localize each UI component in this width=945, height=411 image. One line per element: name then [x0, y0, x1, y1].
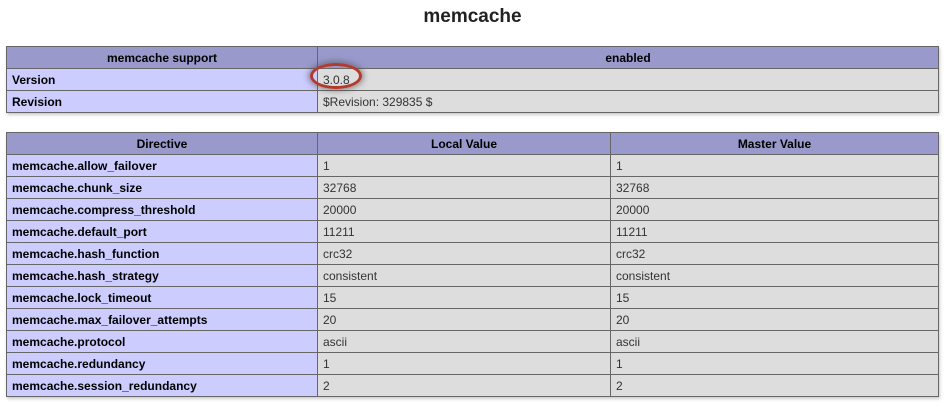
master-value: 32768: [610, 176, 939, 199]
local-value: 11211: [317, 220, 611, 243]
directive-name: memcache.protocol: [6, 330, 318, 353]
directive-name: memcache.default_port: [6, 220, 318, 243]
directive-name: memcache.redundancy: [6, 352, 318, 375]
master-value: consistent: [610, 264, 939, 287]
table-row: memcache.compress_threshold 20000 20000: [6, 198, 939, 221]
local-value: 20000: [317, 198, 611, 221]
directive-name: memcache.hash_strategy: [6, 264, 318, 287]
local-value: crc32: [317, 242, 611, 265]
memcache-support-table: memcache support enabled Version 3.0.8 R…: [6, 46, 939, 113]
directive-name: memcache.allow_failover: [6, 154, 318, 177]
revision-label: Revision: [6, 90, 318, 113]
local-value: consistent: [317, 264, 611, 287]
master-value: 20: [610, 308, 939, 331]
master-value: 11211: [610, 220, 939, 243]
table-row: memcache.protocol ascii ascii: [6, 330, 939, 353]
table-row: memcache.allow_failover 1 1: [6, 154, 939, 177]
directive-column-header: Directive: [6, 132, 318, 155]
support-header-value: enabled: [317, 46, 939, 69]
directive-table-body: memcache.allow_failover 1 1 memcache.chunk_…: [6, 154, 939, 397]
local-value: 32768: [317, 176, 611, 199]
table-row: memcache.lock_timeout 15 15: [6, 286, 939, 309]
table-row: memcache.max_failover_attempts 20 20: [6, 308, 939, 331]
revision-row: Revision $Revision: 329835 $: [6, 90, 939, 113]
table-row: memcache.hash_strategy consistent consiste…: [6, 264, 939, 287]
master-value-column-header: Master Value: [610, 132, 939, 155]
local-value-column-header: Local Value: [317, 132, 611, 155]
support-header-label: memcache support: [6, 46, 318, 69]
support-header-row: memcache support enabled: [6, 46, 939, 69]
local-value: 2: [317, 374, 611, 397]
master-value: 15: [610, 286, 939, 309]
directive-name: memcache.max_failover_attempts: [6, 308, 318, 331]
master-value: 2: [610, 374, 939, 397]
version-annotation: 3.0.8: [310, 62, 362, 89]
directive-table: Directive Local Value Master Value memca…: [6, 132, 939, 397]
master-value: ascii: [610, 330, 939, 353]
directive-name: memcache.hash_function: [6, 242, 318, 265]
version-row: Version 3.0.8: [6, 62, 939, 91]
directive-name: memcache.session_redundancy: [6, 374, 318, 397]
directive-name: memcache.chunk_size: [6, 176, 318, 199]
directive-header-row: Directive Local Value Master Value: [6, 132, 939, 155]
directive-name: memcache.compress_threshold: [6, 198, 318, 221]
local-value: 20: [317, 308, 611, 331]
table-row: memcache.redundancy 1 1: [6, 352, 939, 375]
master-value: 1: [610, 352, 939, 375]
table-row: memcache.default_port 11211 11211: [6, 220, 939, 243]
master-value: 20000: [610, 198, 939, 221]
directive-name: memcache.lock_timeout: [6, 286, 318, 309]
version-value-cell: 3.0.8: [310, 62, 939, 91]
master-value: 1: [610, 154, 939, 177]
table-row: memcache.session_redundancy 2 2: [6, 374, 939, 397]
local-value: ascii: [317, 330, 611, 353]
table-row: memcache.chunk_size 32768 32768: [6, 176, 939, 199]
master-value: crc32: [610, 242, 939, 265]
page-title: memcache: [423, 6, 522, 27]
local-value: 1: [317, 154, 611, 177]
local-value: 15: [317, 286, 611, 309]
annotation-circle-icon: [310, 62, 362, 89]
table-row: memcache.hash_function crc32 crc32: [6, 242, 939, 265]
local-value: 1: [317, 352, 611, 375]
revision-value: $Revision: 329835 $: [317, 90, 939, 113]
version-label: Version: [6, 68, 318, 91]
